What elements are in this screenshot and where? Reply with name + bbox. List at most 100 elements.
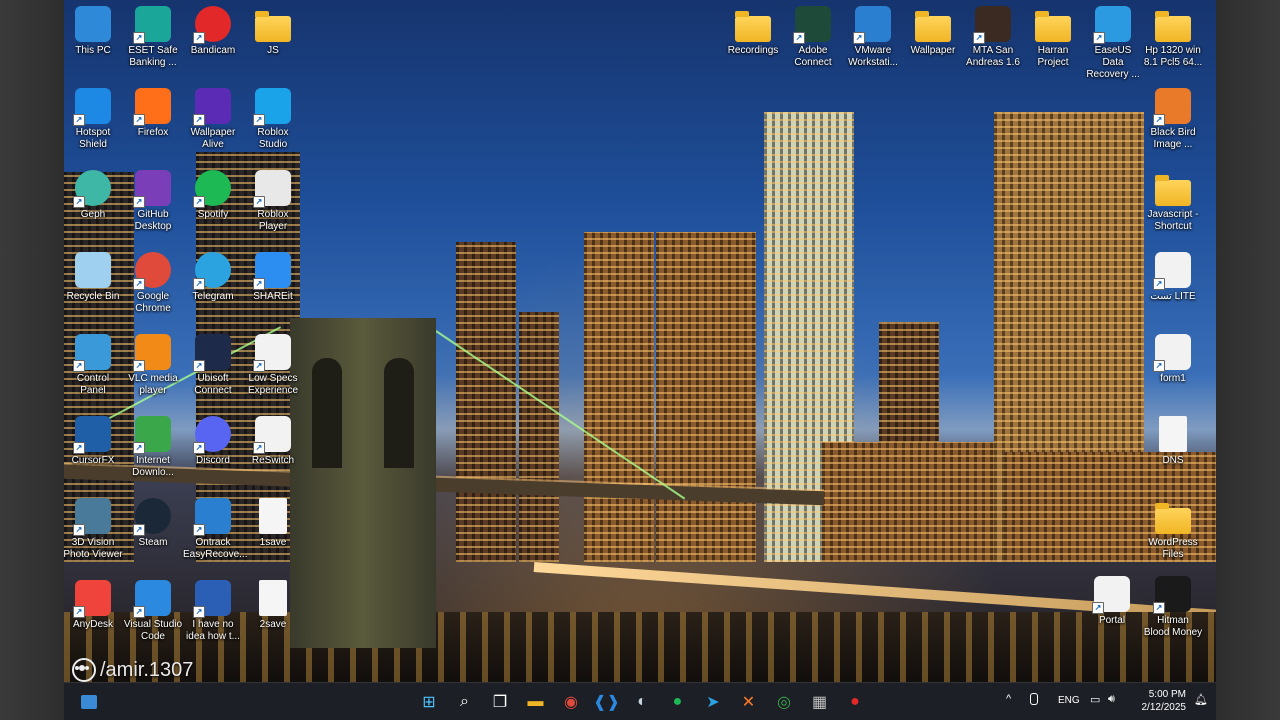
blackbird-icon: ↗ — [1153, 88, 1191, 126]
desktop-icon-portal[interactable]: ↗ Portal — [1082, 576, 1142, 627]
mta-icon: ↗ — [973, 6, 1011, 44]
shortcut-arrow-icon: ↗ — [253, 196, 265, 208]
desktop-icon-hp-1320-win-8-1-pcl5-64[interactable]: Hp 1320 win 8.1 Pcl5 64... — [1143, 6, 1203, 69]
vscode-icon[interactable]: ❰❱ — [593, 691, 620, 713]
shortcut-arrow-icon: ↗ — [73, 524, 85, 536]
wallpaper-alive-icon: ↗ — [193, 88, 231, 126]
shortcut-arrow-icon: ↗ — [193, 606, 205, 618]
desktop-icon-this-pc[interactable]: This PC — [64, 6, 123, 57]
desktop-icon-harran-project[interactable]: Harran Project — [1023, 6, 1083, 69]
php-icon: ↗ — [1153, 334, 1191, 372]
shortcut-arrow-icon: ↗ — [193, 360, 205, 372]
notification-bell-icon[interactable]: 🔔︎ — [1194, 693, 1208, 706]
desktop-icon-recordings[interactable]: Recordings — [723, 6, 783, 57]
desktop-icon-form1[interactable]: ↗ form1 — [1143, 334, 1203, 385]
desktop-icon-wallpaper[interactable]: Wallpaper — [903, 6, 963, 57]
task-view-icon[interactable]: ❐ — [489, 691, 511, 713]
desktop-icon-label: Hotspot Shield — [75, 127, 111, 150]
clock-date: 2/12/2025 — [1141, 702, 1187, 713]
desktop-icon-label: Recycle Bin — [66, 291, 120, 302]
desktop-icon-telegram[interactable]: ↗ Telegram — [183, 252, 243, 303]
desktop-icon-label: MTA San Andreas 1.6 — [966, 45, 1020, 68]
shortcut-arrow-icon: ↗ — [133, 196, 145, 208]
desktop-icon-black-bird-image[interactable]: ↗ Black Bird Image ... — [1143, 88, 1203, 151]
desktop-icon-control-panel[interactable]: ↗ Control Panel — [64, 334, 123, 397]
desktop-icon-github-desktop[interactable]: ↗ GitHub Desktop — [123, 170, 183, 233]
spotify-icon[interactable]: ● — [667, 691, 689, 713]
desktop-icon-steam[interactable]: ↗ Steam — [123, 498, 183, 549]
desktop-icon-vlc-media-player[interactable]: ↗ VLC media player — [123, 334, 183, 397]
file-explorer-icon[interactable]: ▬ — [525, 691, 547, 713]
search-icon[interactable]: ⌕ — [454, 691, 476, 713]
idm-icon[interactable]: ◎ — [773, 691, 795, 713]
roblox-icon: ↗ — [253, 170, 291, 208]
desktop-icon-i-have-no-idea-how-t[interactable]: ↗ I have no idea how t... — [183, 580, 243, 643]
desktop-icon-ubisoft-connect[interactable]: ↗ Ubisoft Connect — [183, 334, 243, 397]
desktop-icon-js[interactable]: JS — [243, 6, 303, 57]
desktop-icon-adobe-connect[interactable]: ↗ Adobe Connect — [783, 6, 843, 69]
desktop-icon-label: Portal — [1098, 615, 1126, 626]
desktop-icon-wordpress-files[interactable]: WordPress Files — [1143, 498, 1203, 561]
desktop-icon-spotify[interactable]: ↗ Spotify — [183, 170, 243, 221]
xampp-icon[interactable]: ✕ — [738, 691, 760, 713]
desktop-icon-bandicam[interactable]: ↗ Bandicam — [183, 6, 243, 57]
desktop-icon-geph[interactable]: ↗ Geph — [64, 170, 123, 221]
desktop-icon-label: Telegram — [192, 291, 234, 302]
desktop-icon-recycle-bin[interactable]: Recycle Bin — [64, 252, 123, 303]
desktop-icon-hotspot-shield[interactable]: ↗ Hotspot Shield — [64, 88, 123, 151]
desktop-icon-roblox-studio[interactable]: ↗ Roblox Studio — [243, 88, 303, 151]
desktop-icon-lite[interactable]: ↗ تست LITE — [1143, 252, 1203, 303]
shortcut-arrow-icon: ↗ — [193, 32, 205, 44]
network-icon[interactable]: ▭ — [1090, 693, 1100, 706]
desktop-icon-wallpaper-alive[interactable]: ↗ Wallpaper Alive — [183, 88, 243, 151]
desktop-icon-mta-san-andreas-1-6[interactable]: ↗ MTA San Andreas 1.6 — [963, 6, 1023, 69]
shortcut-arrow-icon: ↗ — [853, 32, 865, 44]
desktop-icon-google-chrome[interactable]: ↗ Google Chrome — [123, 252, 183, 315]
clock[interactable]: 5:00 PM 2/12/2025 — [1142, 688, 1187, 714]
desktop-icon-ontrack-easyrecove[interactable]: ↗ Ontrack EasyRecove... — [183, 498, 247, 561]
desktop-icon-javascript-shortcut[interactable]: Javascript - Shortcut — [1143, 170, 1203, 233]
desktop-icon-internet-downlo[interactable]: ↗ Internet Downlo... — [123, 416, 183, 479]
folder-icon — [1155, 11, 1191, 42]
desktop-icon-1save[interactable]: 1save — [243, 498, 303, 549]
tray-overflow-chevron-icon[interactable]: ^ — [1006, 693, 1011, 705]
roblox-studio-icon: ↗ — [253, 88, 291, 126]
microphone-icon[interactable] — [1030, 693, 1038, 708]
eset-icon: ↗ — [133, 6, 171, 44]
desktop-icon-discord[interactable]: ↗ Discord — [183, 416, 243, 467]
desktop-icon-vmware-workstati[interactable]: ↗ VMware Workstati... — [843, 6, 903, 69]
desktop-icon-dns[interactable]: DNS — [1143, 416, 1203, 467]
file-icon — [259, 580, 287, 616]
desktop-icon-label: 1save — [259, 537, 287, 548]
shortcut-arrow-icon: ↗ — [193, 196, 205, 208]
bandicam-icon[interactable]: ● — [844, 691, 866, 713]
desktop-icon-hitman-blood-money[interactable]: ↗ Hitman Blood Money — [1143, 576, 1203, 639]
volume-icon[interactable]: 🔊︎ — [1108, 693, 1115, 706]
desktop-icon-2save[interactable]: 2save — [243, 580, 303, 631]
shortcut-arrow-icon: ↗ — [73, 360, 85, 372]
steam-icon[interactable]: ◐ — [631, 691, 653, 713]
desktop-wallpaper[interactable]: This PC ↗ ESET Safe Banking ... ↗ Bandicam JS… — [64, 0, 1216, 682]
desktop-icon-easeus-data-recovery[interactable]: ↗ EaseUS Data Recovery ... — [1083, 6, 1143, 81]
shortcut-arrow-icon: ↗ — [793, 32, 805, 44]
language-indicator[interactable]: ENG — [1058, 695, 1080, 706]
desktop-icon-label: WordPress Files — [1148, 537, 1198, 560]
desktop-icon-roblox-player[interactable]: ↗ Roblox Player — [243, 170, 303, 233]
desktop-icon-3d-vision-photo-viewer[interactable]: ↗ 3D Vision Photo Viewer — [64, 498, 123, 561]
calculator-icon[interactable]: ▦ — [809, 691, 831, 713]
monitor-icon — [75, 6, 111, 42]
desktop-icon-shareit[interactable]: ↗ SHAREit — [243, 252, 303, 303]
windows-start-icon[interactable]: ⊞ — [418, 691, 440, 713]
chrome-icon[interactable]: ◉ — [560, 691, 582, 713]
widgets-icon[interactable] — [78, 691, 100, 713]
telegram-icon[interactable]: ➤ — [702, 691, 724, 713]
desktop-icon-visual-studio-code[interactable]: ↗ Visual Studio Code — [123, 580, 183, 643]
desktop-icon-low-specs-experience[interactable]: ↗ Low Specs Experience — [243, 334, 303, 397]
desktop-icon-label: Ubisoft Connect — [194, 373, 232, 396]
desktop-icon-cursorfx[interactable]: ↗ CursorFX — [64, 416, 123, 467]
desktop-icon-eset-safe-banking[interactable]: ↗ ESET Safe Banking ... — [123, 6, 183, 69]
desktop-icon-reswitch[interactable]: ↗ ReSwitch — [243, 416, 303, 467]
desktop-icon-firefox[interactable]: ↗ Firefox — [123, 88, 183, 139]
desktop-icon-anydesk[interactable]: ↗ AnyDesk — [64, 580, 123, 631]
shortcut-arrow-icon: ↗ — [133, 114, 145, 126]
